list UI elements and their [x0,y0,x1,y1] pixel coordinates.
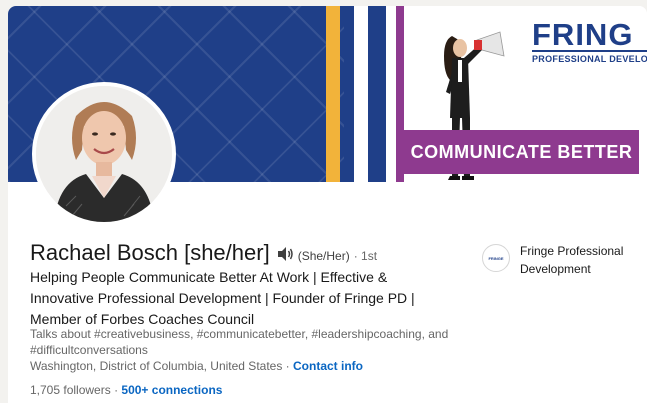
banner-stripe-white [354,6,368,182]
banner-stripe-navy-2 [368,6,386,182]
fringe-brand-logo: FRING PROFESSIONAL DEVELOP [532,19,647,64]
banner-stripe-navy [344,6,354,182]
separator-dot: · [285,359,294,373]
location-row: Washington, District of Columbia, United… [30,359,363,373]
profile-name: Rachael Bosch [she/her] [30,240,270,265]
followers-row: 1,705 followers · 500+ connections [30,383,222,397]
profile-photo[interactable] [32,82,176,226]
cta-text: COMMUNICATE BETTER [410,141,633,162]
company-logo: FRINGE [482,244,510,272]
promo-purple-bar [396,6,404,182]
brand-subtitle: PROFESSIONAL DEVELOP [532,54,647,64]
profile-photo-image [36,86,172,222]
profile-topics: Talks about #creativebusiness, #communic… [30,327,449,357]
profile-headline: Helping People Communicate Better At Wor… [30,269,415,327]
banner-promo: FRING PROFESSIONAL DEVELOP COMMUNICATE B… [396,6,647,182]
company-name: Fringe Professional Development [520,244,624,276]
speaker-icon[interactable] [276,246,294,262]
followers-count: 1,705 followers [30,383,111,397]
profile-card: FRING PROFESSIONAL DEVELOP COMMUNICATE B… [8,6,647,403]
connections-link[interactable]: 500+ connections [121,383,222,397]
profile-location: Washington, District of Columbia, United… [30,359,283,373]
pronouns: (She/Her) [297,249,350,263]
name-row: Rachael Bosch [she/her] (She/Her) · 1st [30,240,377,266]
banner-stripe-gold [326,6,340,182]
connection-degree: · 1st [353,249,378,263]
current-company[interactable]: FRINGE Fringe Professional Development [482,242,640,278]
brand-name: FRING [532,19,647,52]
communicate-better-band: COMMUNICATE BETTER [404,130,639,174]
company-logo-text: FRINGE [488,255,504,261]
contact-info-link[interactable]: Contact info [293,359,363,373]
